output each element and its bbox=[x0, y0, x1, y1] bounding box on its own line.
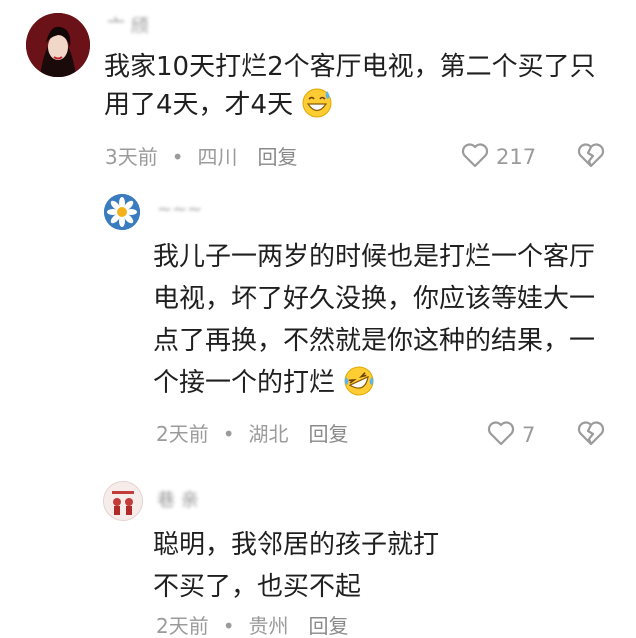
username[interactable]: 巷 亲 bbox=[157, 486, 199, 512]
username[interactable]: ~~~ bbox=[157, 199, 202, 220]
comment-line: 电视，坏了好久没换，你应该等娃大一 bbox=[153, 284, 596, 314]
comment-line: 点了再换，不然就是你这种的结果，一 bbox=[153, 326, 596, 356]
location: 湖北 bbox=[248, 422, 289, 446]
location: 四川 bbox=[197, 145, 238, 169]
dislike-button[interactable] bbox=[577, 142, 605, 168]
comment-meta: 2天前 • 湖北 回复 bbox=[156, 422, 363, 446]
comment-text: 聪明，我邻居的孩子就打 不买了，也买不起 bbox=[153, 524, 439, 608]
time: 2天前 bbox=[156, 422, 209, 446]
comment-line: 个接一个的打烂 bbox=[153, 362, 595, 404]
separator: • bbox=[222, 422, 235, 446]
avatar[interactable] bbox=[104, 194, 140, 230]
comment-line: 用了4天，才4天 bbox=[104, 86, 596, 124]
comment-line: 我儿子一两岁的时候也是打烂一个客厅 bbox=[153, 242, 596, 272]
separator: • bbox=[171, 145, 184, 169]
broken-heart-icon bbox=[577, 143, 605, 168]
grinning-sweat-emoji bbox=[301, 87, 333, 119]
reply-button[interactable]: 回复 bbox=[309, 614, 349, 638]
comment-line: 不买了，也买不起 bbox=[153, 572, 362, 602]
rolling-laugh-emoji bbox=[343, 365, 375, 397]
avatar[interactable] bbox=[103, 481, 143, 521]
comment-text: 我儿子一两岁的时候也是打烂一个客厅 电视，坏了好久没换，你应该等娃大一 点了再换… bbox=[153, 236, 595, 404]
like-count: 7 bbox=[522, 423, 536, 447]
comment-meta: 2天前 • 贵州 回复 bbox=[156, 614, 363, 638]
comment-line: 我家10天打烂2个客厅电视，第二个买了只 bbox=[104, 52, 596, 82]
separator: • bbox=[222, 614, 235, 638]
comment-text: 我家10天打烂2个客厅电视，第二个买了只 用了4天，才4天 bbox=[104, 48, 596, 124]
comment-meta: 3天前 • 四川 回复 bbox=[105, 145, 312, 169]
comment-line: 聪明，我邻居的孩子就打 bbox=[153, 530, 440, 560]
location: 贵州 bbox=[248, 614, 289, 638]
broken-heart-icon bbox=[577, 421, 605, 446]
heart-icon bbox=[461, 143, 489, 168]
like-count: 217 bbox=[496, 145, 537, 169]
like-button[interactable] bbox=[487, 420, 515, 446]
time: 2天前 bbox=[156, 614, 209, 638]
reply-button[interactable]: 回复 bbox=[309, 422, 349, 446]
reply-button[interactable]: 回复 bbox=[258, 145, 298, 169]
time: 3天前 bbox=[105, 145, 158, 169]
like-button[interactable] bbox=[461, 142, 489, 168]
avatar[interactable] bbox=[26, 13, 90, 77]
username[interactable]: 亠 颀 bbox=[107, 12, 149, 38]
dislike-button[interactable] bbox=[577, 420, 605, 446]
heart-icon bbox=[487, 421, 515, 446]
